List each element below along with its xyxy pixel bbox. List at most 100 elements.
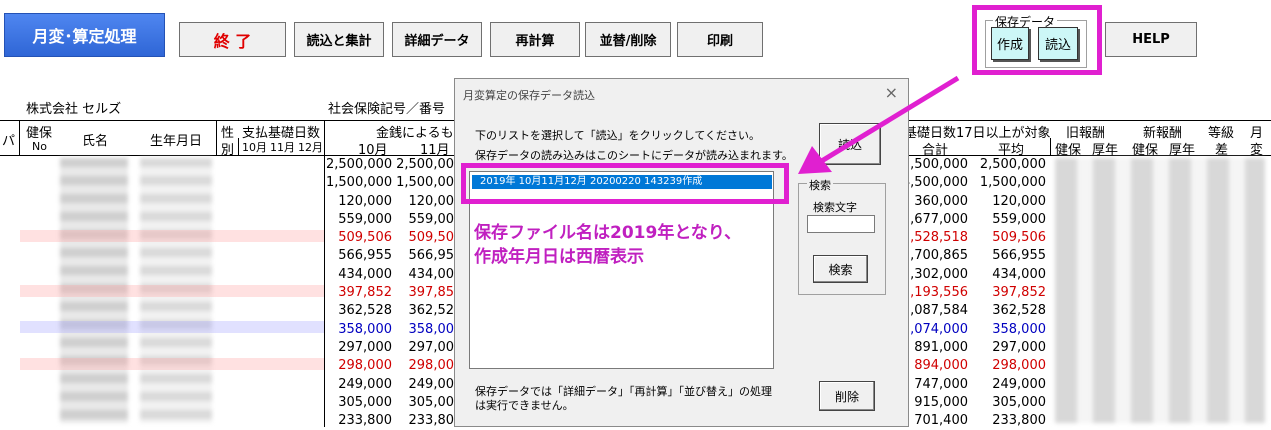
cell-oct: 233,800 [338, 413, 392, 429]
cell-total: 701,400 [914, 413, 968, 429]
cell-oct: 397,852 [338, 285, 392, 301]
col-total-values: 7,500,000 4,500,000 360,000 1,677,000 1,528,… [900, 156, 968, 430]
dialog-instruction-1: 下のリストを選択して「読込」をクリックしてください。 [475, 129, 761, 142]
delete-button[interactable]: 削除 [819, 381, 875, 411]
cell-avg: 509,506 [992, 230, 1046, 246]
header-change: 変 [1250, 143, 1264, 158]
cell-nov: 559,00 [408, 211, 455, 227]
cell-avg: 559,000 [992, 211, 1046, 227]
header-pa: パ [2, 134, 16, 149]
cell-total: 1,528,518 [901, 230, 968, 246]
annotation-arrow-icon [798, 75, 960, 174]
cell-nov: 358,00 [408, 321, 455, 337]
col-oct-values: 2,500,000 1,500,000 120,000 559,000 509,506 5… [326, 156, 392, 430]
cell-total: 1,302,000 [901, 266, 968, 282]
cell-nov: 233,80 [408, 413, 455, 429]
load-and-sum-button[interactable]: 読込と集計 [294, 22, 384, 57]
cell-avg: 362,528 [992, 303, 1046, 319]
col-nov-values: 2,500,00 1,500,00 120,00 559,00 509,50 566,95… [394, 156, 454, 430]
cell-nov: 566,95 [408, 248, 455, 264]
cell-avg: 305,000 [992, 394, 1046, 410]
header-kenpo: 健保 [26, 126, 53, 141]
header-kosei2: 厚年 [1169, 143, 1196, 158]
cell-oct: 120,000 [338, 193, 392, 209]
cell-nov: 297,00 [408, 339, 455, 355]
cell-oct: 297,000 [338, 339, 392, 355]
search-button[interactable]: 検索 [813, 255, 868, 283]
cell-total: 915,000 [914, 394, 968, 410]
cell-avg: 233,800 [992, 413, 1046, 429]
cell-avg: 249,000 [992, 376, 1046, 392]
cell-oct: 1,500,000 [326, 175, 393, 191]
cell-total: 1,193,556 [901, 285, 968, 301]
annotation-line-2: 作成年月日は西暦表示 [474, 247, 644, 267]
header-oct: 10月 [242, 141, 267, 154]
cell-oct: 434,000 [338, 266, 392, 282]
insurance-label: 社会保険記号／番号 [328, 102, 446, 117]
header-kosei: 厚年 [1092, 143, 1119, 158]
dialog-note: 保存データでは「詳細データ」「再計算」「並び替え」の処理は実行できません。 [475, 385, 772, 412]
company-name: 株式会社 セルズ [26, 102, 122, 117]
cell-nov: 249,00 [408, 376, 455, 392]
cell-oct: 249,000 [338, 376, 392, 392]
header-kenpo3: 健保 [1132, 143, 1159, 158]
dialog-title: 月変算定の保存データ読込 [463, 89, 595, 102]
header-sex2: 別 [221, 143, 235, 158]
cell-total: 747,000 [914, 376, 968, 392]
cell-avg: 297,000 [992, 339, 1046, 355]
cell-avg: 434,000 [992, 266, 1046, 282]
cell-nov: 509,50 [408, 230, 455, 246]
cell-total: 1,074,000 [901, 321, 968, 337]
cell-nov: 397,85 [408, 285, 455, 301]
cell-avg: 298,000 [992, 358, 1046, 374]
cell-total: 891,000 [914, 339, 968, 355]
annotation-line-1: 保存ファイル名は2019年となり、 [474, 223, 742, 243]
cell-nov: 298,00 [408, 358, 455, 374]
cell-nov: 434,00 [408, 266, 455, 282]
cell-oct: 509,506 [338, 230, 392, 246]
header-nov: 11月 [270, 141, 295, 154]
col-average-values: 2,500,000 1,500,000 120,000 559,000 509,506 5… [974, 156, 1046, 430]
cell-oct: 2,500,000 [326, 157, 393, 172]
cell-total: 894,000 [914, 358, 968, 374]
header-kenpo2: 健保 [1055, 143, 1082, 158]
cell-oct: 298,000 [338, 358, 392, 374]
cell-oct: 362,528 [338, 303, 392, 319]
cell-oct: 559,000 [338, 211, 392, 227]
end-button[interactable]: 終 了 [179, 22, 286, 57]
cell-oct: 566,955 [338, 248, 392, 264]
cell-nov: 1,500,00 [396, 175, 454, 191]
search-input[interactable] [807, 215, 875, 233]
load-button[interactable]: 読込 [1038, 27, 1078, 60]
header-name: 氏名 [82, 134, 109, 149]
print-button[interactable]: 印刷 [677, 22, 763, 57]
create-button[interactable]: 作成 [991, 27, 1029, 60]
header-dec: 12月 [298, 141, 323, 154]
header-diff: 差 [1215, 143, 1229, 158]
detail-data-button[interactable]: 詳細データ [392, 22, 482, 57]
cell-nov: 305,00 [408, 394, 455, 410]
cell-avg: 397,852 [992, 285, 1046, 301]
cell-total: 1,087,584 [901, 303, 968, 319]
cell-avg: 120,000 [992, 193, 1046, 209]
cell-nov: 2,500,00 [396, 157, 454, 172]
cell-total: 1,700,865 [901, 248, 968, 264]
cell-total: 1,677,000 [901, 211, 968, 227]
search-label: 検索文字 [813, 201, 857, 214]
cell-oct: 358,000 [338, 321, 392, 337]
dialog-instruction-2: 保存データの読み込みはこのシートにデータが読み込まれます。 [475, 149, 793, 162]
cell-avg: 566,955 [992, 248, 1046, 264]
help-button[interactable]: HELP [1105, 22, 1197, 57]
cell-nov: 120,00 [408, 193, 455, 209]
recalc-button[interactable]: 再計算 [490, 22, 580, 57]
cell-total: 360,000 [914, 193, 968, 209]
main-title-button[interactable]: 月変･算定処理 [4, 13, 165, 57]
sort-delete-button[interactable]: 並替/削除 [585, 22, 671, 57]
cell-avg: 358,000 [992, 321, 1046, 337]
cell-nov: 362,52 [408, 303, 455, 319]
list-highlight-box [461, 163, 789, 204]
cell-oct: 305,000 [338, 394, 392, 410]
header-no: No [32, 140, 47, 153]
blurred-rewards [1055, 158, 1265, 423]
header-birth: 生年月日 [150, 134, 203, 149]
